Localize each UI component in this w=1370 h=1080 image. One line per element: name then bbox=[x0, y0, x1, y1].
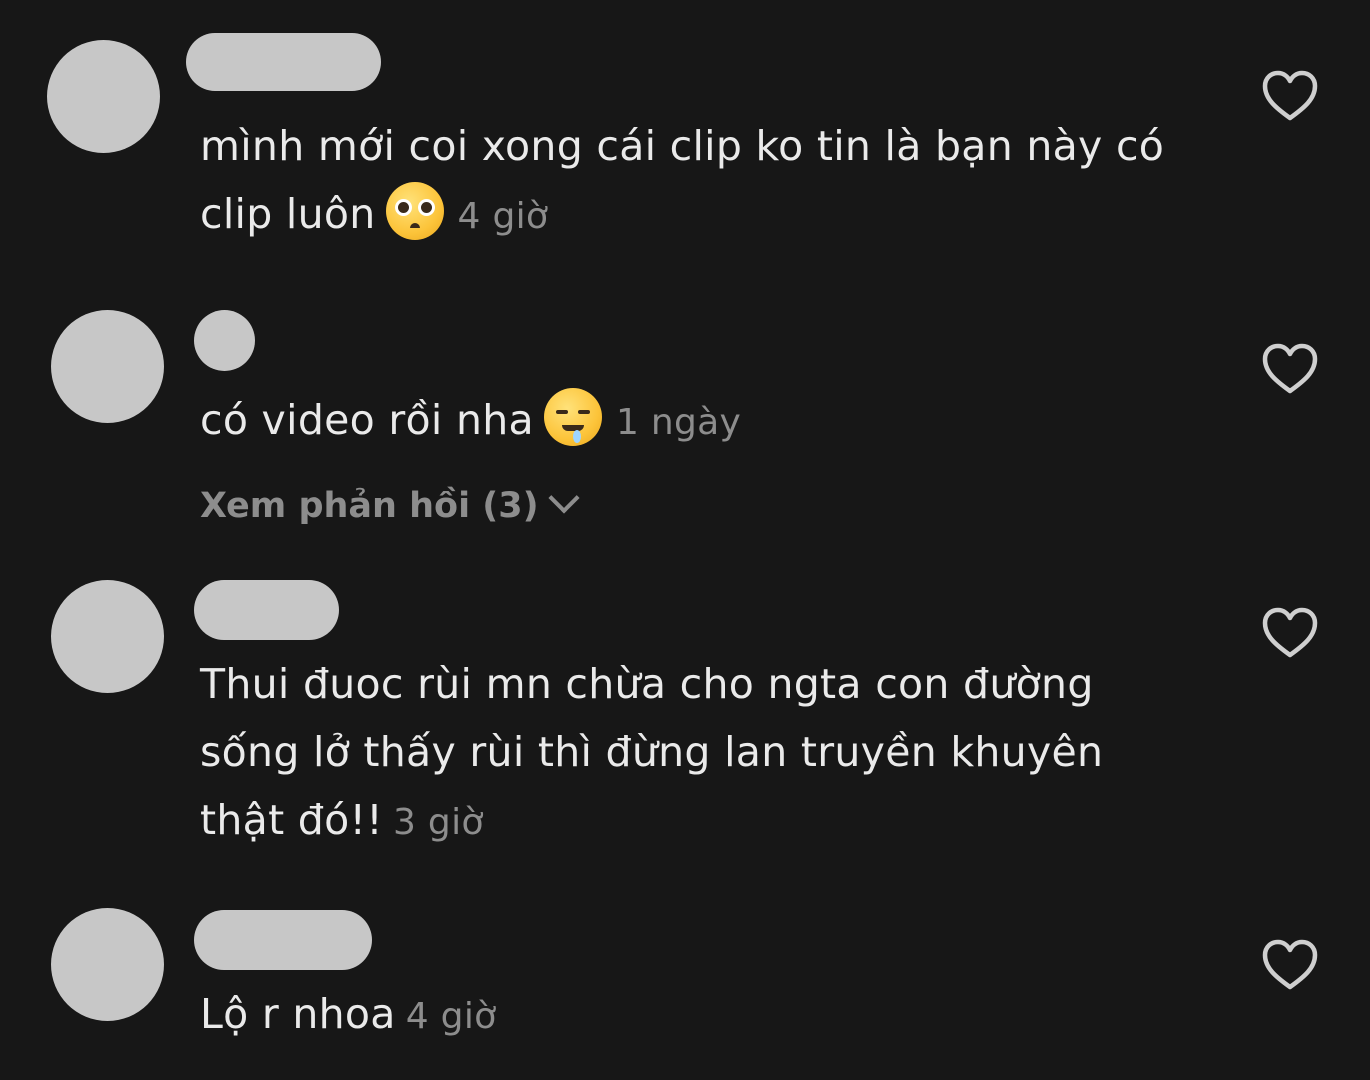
heart-outline-icon[interactable] bbox=[1260, 937, 1320, 993]
comment-time: 4 giờ bbox=[405, 996, 497, 1037]
comment-line: Thui đuoc rùi mn chừa cho ngta con đường bbox=[200, 660, 1094, 708]
username-redacted[interactable] bbox=[194, 310, 255, 371]
drooling-face-icon bbox=[543, 388, 602, 446]
view-replies-label: Xem phản hồi (3) bbox=[200, 486, 539, 526]
comment-line: Lộ r nhoa 4 giờ bbox=[200, 980, 496, 1051]
heart-outline-icon[interactable] bbox=[1260, 341, 1320, 397]
comment-time: 4 giờ bbox=[457, 196, 549, 237]
comment-text: Thui đuoc rùi mn chừa cho ngta con đường… bbox=[200, 650, 1103, 857]
comment-text: mình mới coi xong cái clip ko tin là bạn… bbox=[200, 112, 1164, 251]
comment-line-text: có video rồi nha bbox=[200, 396, 534, 444]
chevron-down-icon bbox=[548, 482, 580, 514]
username-redacted[interactable] bbox=[186, 33, 381, 91]
comment-line: thật đó!! 3 giờ bbox=[200, 786, 1103, 857]
comment-line: clip luôn 4 giờ bbox=[200, 180, 1164, 251]
comment-line-text: Lộ r nhoa bbox=[200, 990, 396, 1038]
comment-line: mình mới coi xong cái clip ko tin là bạn… bbox=[200, 122, 1165, 170]
view-replies-button[interactable]: Xem phản hồi (3) bbox=[200, 482, 580, 526]
comment-line-text: clip luôn bbox=[200, 190, 376, 238]
username-redacted[interactable] bbox=[194, 580, 339, 640]
username-redacted[interactable] bbox=[194, 910, 372, 970]
heart-outline-icon[interactable] bbox=[1260, 605, 1320, 661]
avatar[interactable] bbox=[51, 310, 164, 423]
comment-line: sống lở thấy rùi thì đừng lan truyền khu… bbox=[200, 728, 1104, 776]
heart-outline-icon[interactable] bbox=[1260, 68, 1320, 124]
avatar[interactable] bbox=[51, 908, 164, 1021]
comment-line-text: thật đó!! bbox=[200, 796, 383, 844]
comment-text: Lộ r nhoa 4 giờ bbox=[200, 980, 496, 1051]
avatar[interactable] bbox=[51, 580, 164, 693]
avatar[interactable] bbox=[47, 40, 160, 153]
comment-time: 1 ngày bbox=[615, 402, 742, 443]
comment-time: 3 giờ bbox=[392, 802, 484, 843]
comment-line: có video rồi nha 1 ngày bbox=[200, 386, 741, 457]
comment-text: có video rồi nha 1 ngày bbox=[200, 386, 741, 457]
pleading-face-icon bbox=[385, 182, 444, 240]
